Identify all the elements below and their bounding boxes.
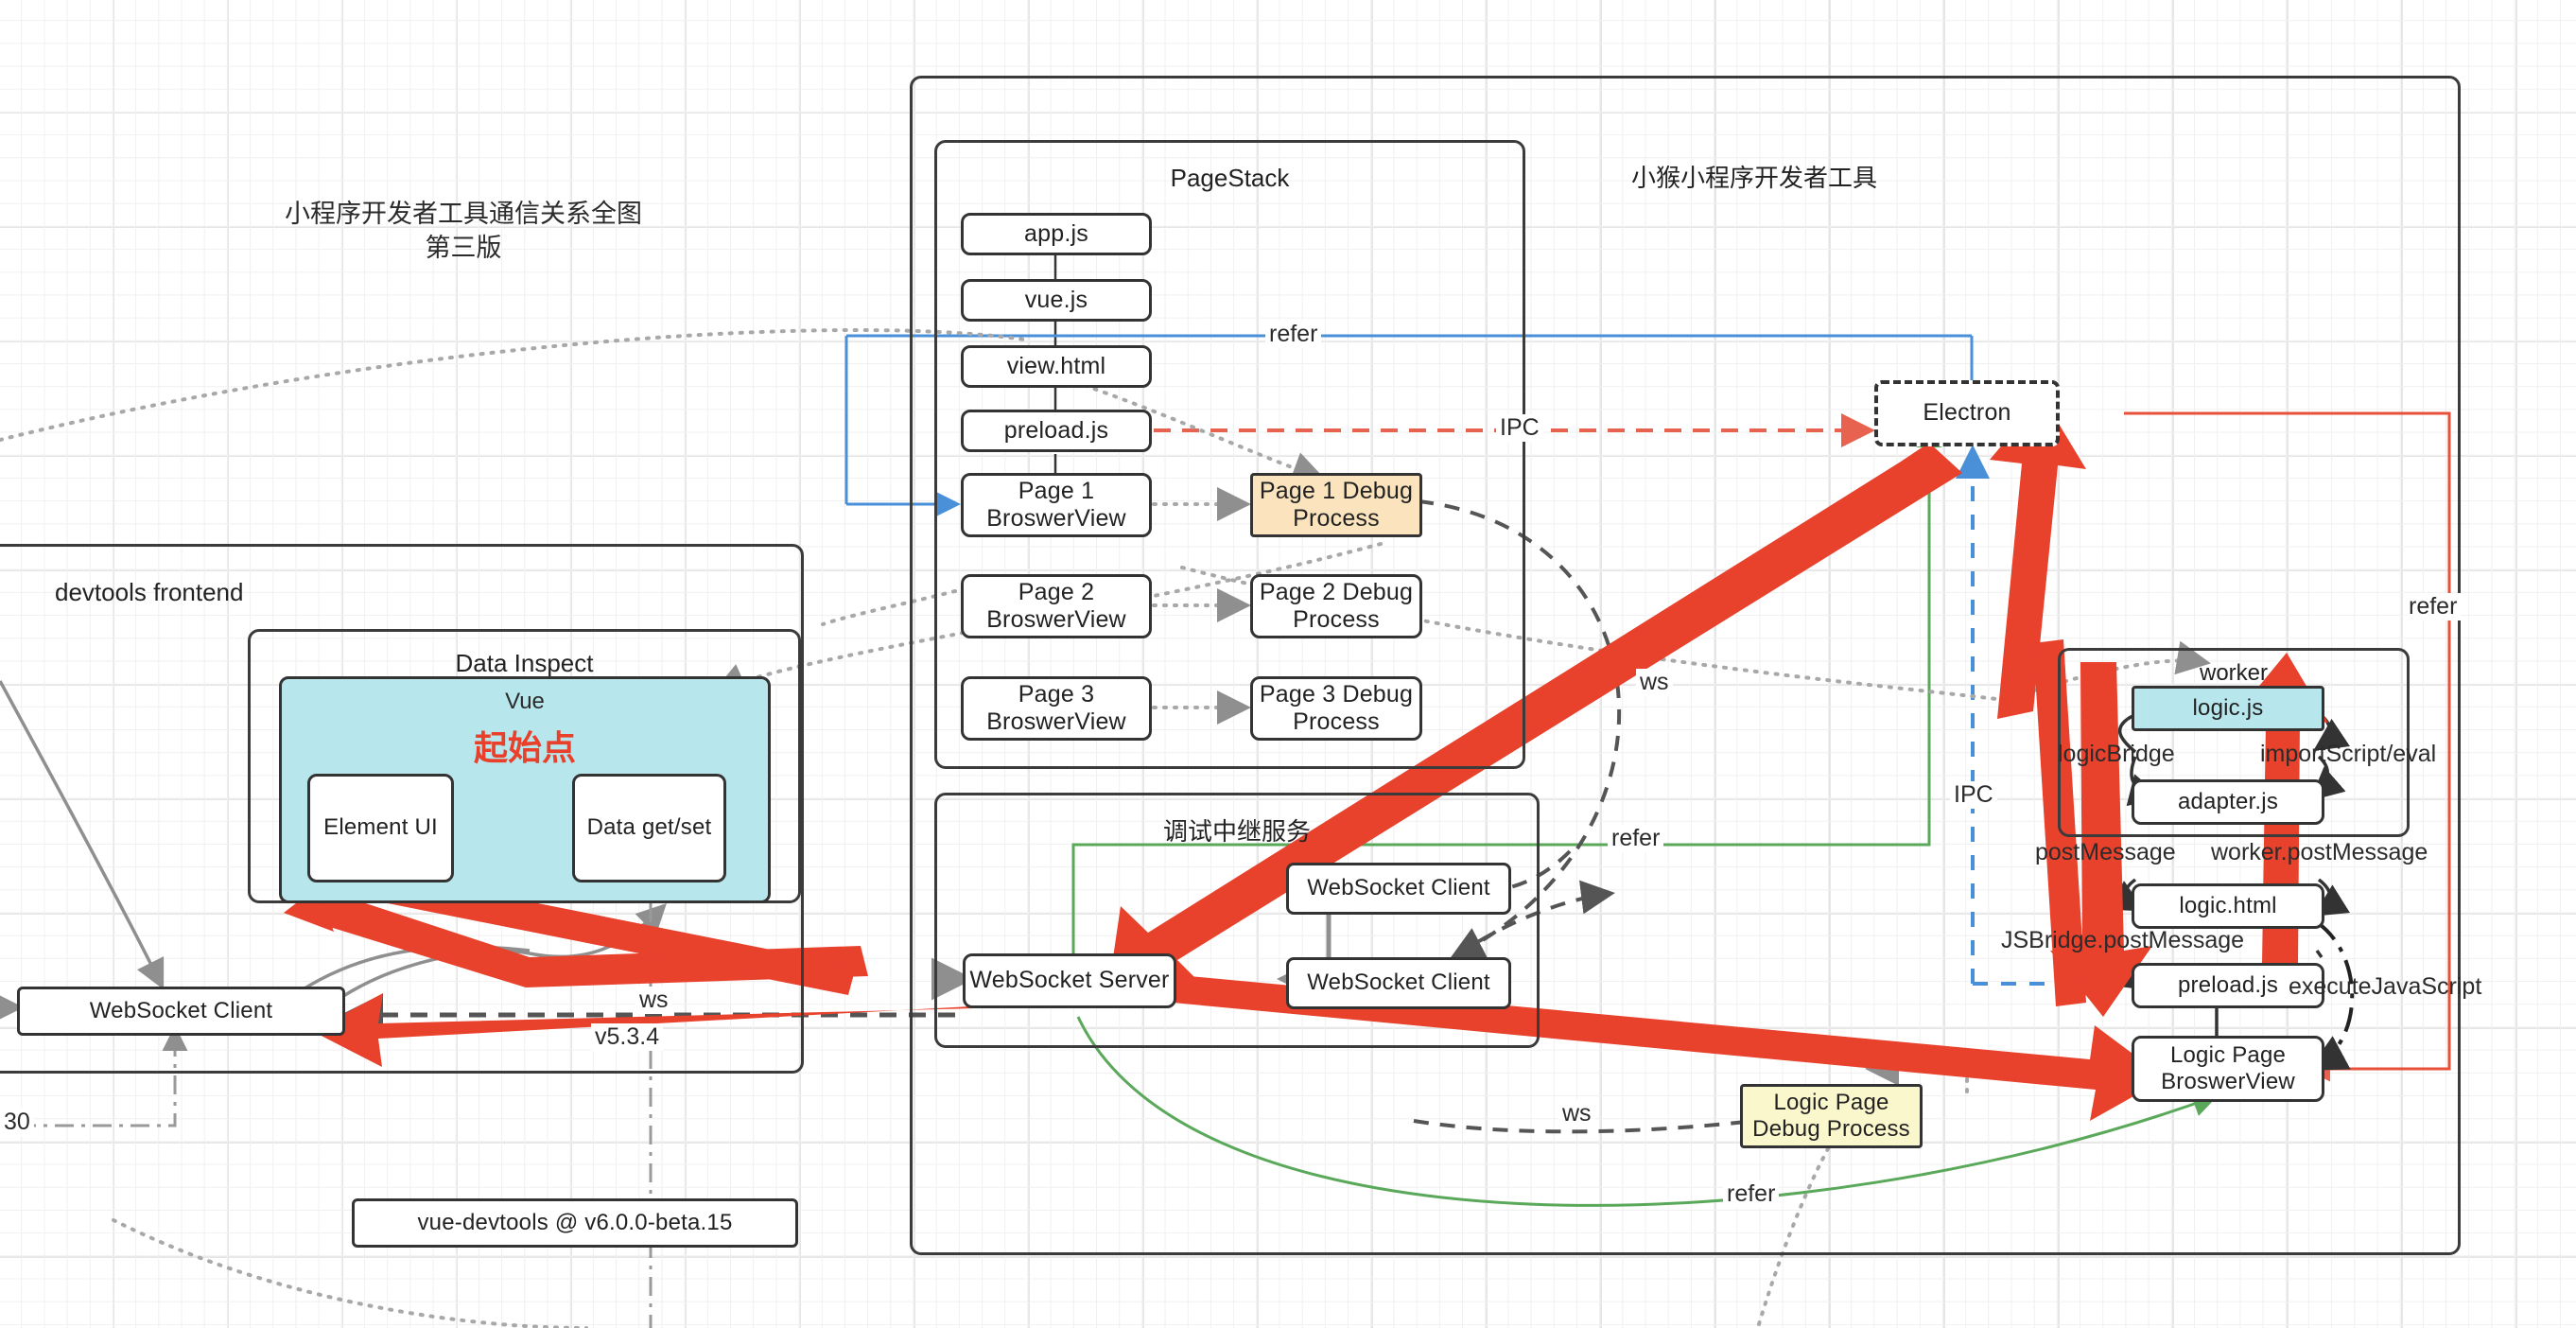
- edge-label-ws-right: ws: [1636, 669, 1673, 696]
- edge-label-refer-green-mid: refer: [1608, 825, 1664, 852]
- node-page3-broswerview[interactable]: Page 3 BroswerView: [961, 676, 1152, 741]
- edge-label-refer-top: refer: [1265, 321, 1322, 348]
- node-page3-debug-process[interactable]: Page 3 Debug Process: [1250, 676, 1422, 741]
- edge-label-logic-bridge: logicBridge: [2058, 741, 2175, 767]
- node-element-ui[interactable]: Element UI: [307, 774, 454, 882]
- node-websocket-client-relay-2[interactable]: WebSocket Client: [1286, 957, 1511, 1009]
- node-view-html[interactable]: view.html: [961, 345, 1152, 388]
- node-logic-page-broswerview[interactable]: Logic Page BroswerView: [2132, 1036, 2324, 1102]
- container-worker-title: worker: [2199, 660, 2268, 686]
- container-data-inspect-title: Data Inspect: [455, 649, 594, 677]
- node-app-js[interactable]: app.js: [961, 213, 1152, 255]
- node-page1-broswerview[interactable]: Page 1 BroswerView: [961, 473, 1152, 537]
- node-data-get-set[interactable]: Data get/set: [572, 774, 726, 882]
- node-vue-js[interactable]: vue.js: [961, 279, 1152, 322]
- edge-label-ws-logic: ws: [1558, 1100, 1595, 1127]
- container-relay-service-title: 调试中继服务: [1162, 817, 1311, 846]
- edge-label-ws-left: ws: [635, 987, 672, 1014]
- node-page2-broswerview[interactable]: Page 2 BroswerView: [961, 574, 1152, 638]
- node-websocket-client-devtools[interactable]: WebSocket Client: [17, 987, 345, 1036]
- node-page1-debug-process[interactable]: Page 1 Debug Process: [1250, 473, 1422, 537]
- start-point-label: 起始点: [473, 728, 577, 767]
- edge-label-worker-post-message: worker.postMessage: [2211, 839, 2428, 865]
- node-vue-devtools-version[interactable]: vue-devtools @ v6.0.0-beta.15: [352, 1198, 798, 1248]
- node-adapter-js[interactable]: adapter.js: [2132, 779, 2324, 825]
- edge-label-ipc-blue: IPC: [1950, 781, 1997, 809]
- node-logic-js[interactable]: logic.js: [2132, 686, 2324, 731]
- edge-label-jsbridge-post-message: JSBridge.postMessage: [2001, 927, 2245, 953]
- diagram-title: 小程序开发者工具通信关系全图 第三版: [285, 200, 642, 263]
- container-devtool-app-title: 小猴小程序开发者工具: [1631, 164, 1878, 192]
- edge-label-port-30: 30: [0, 1109, 34, 1136]
- node-logic-page-debug-process[interactable]: Logic Page Debug Process: [1740, 1084, 1923, 1148]
- node-electron[interactable]: Electron: [1874, 380, 2060, 446]
- edge-label-ipc-pagestack: IPC: [1496, 414, 1543, 442]
- edge-label-refer-green-bottom: refer: [1723, 1180, 1780, 1208]
- group-vue-title: Vue: [505, 689, 545, 714]
- node-preload-js[interactable]: preload.js: [961, 410, 1152, 452]
- container-pagestack-title: PageStack: [1170, 164, 1290, 192]
- node-websocket-client-relay-1[interactable]: WebSocket Client: [1286, 863, 1511, 915]
- edge-label-execute-javascript: executeJavaScript: [2289, 973, 2482, 1000]
- edge-label-refer-right: refer: [2405, 593, 2462, 620]
- node-logic-html[interactable]: logic.html: [2132, 883, 2324, 929]
- edge-label-import-script-eval: importScript/eval: [2260, 741, 2437, 767]
- container-relay-service: 调试中继服务: [934, 793, 1540, 1048]
- edge-label-post-message: postMessage: [2035, 839, 2176, 865]
- node-websocket-server[interactable]: WebSocket Server: [963, 953, 1176, 1008]
- container-devtools-frontend-title: devtools frontend: [55, 578, 244, 606]
- node-page2-debug-process[interactable]: Page 2 Debug Process: [1250, 574, 1422, 638]
- edge-label-v534: v5.3.4: [591, 1023, 664, 1051]
